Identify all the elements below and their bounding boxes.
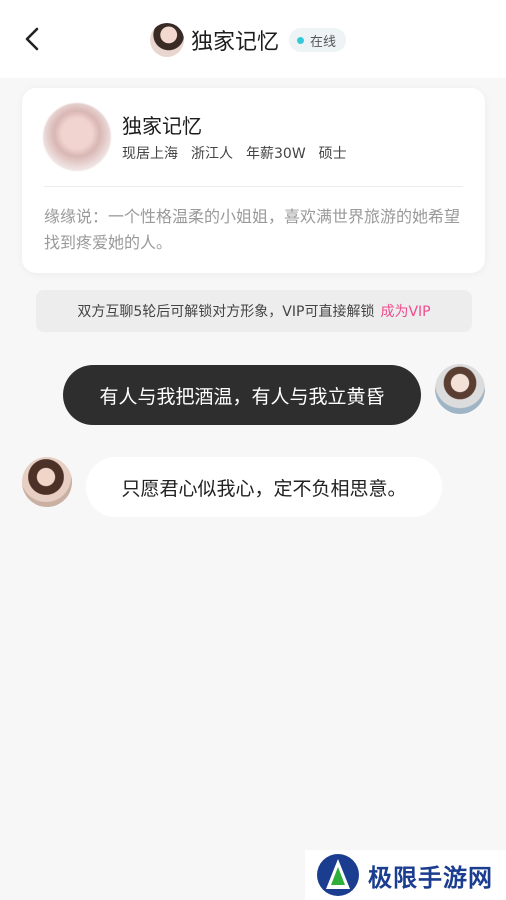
online-status-badge: 在线	[289, 28, 347, 52]
profile-bio: 缘缘说：一个性格温柔的小姐姐，喜欢满世界旅游的她希望找到疼爱她的人。	[44, 207, 461, 252]
tag-salary: 年薪30W	[246, 146, 306, 162]
profile-card[interactable]: 独家记忆 现居上海 浙江人 年薪30W 硕士 缘缘说：一个性格温柔的小姐姐，喜欢…	[22, 88, 485, 273]
tag-education: 硕士	[318, 146, 347, 162]
tag-location: 现居上海	[122, 146, 178, 162]
profile-tags: 现居上海 浙江人 年薪30W 硕士	[122, 143, 360, 163]
unlock-notice-text: 双方互聊5轮后可解锁对方形象，VIP可直接解锁	[77, 304, 375, 320]
site-watermark: 极限手游网	[305, 850, 506, 900]
watermark-text: 极限手游网	[368, 862, 493, 892]
back-button[interactable]	[18, 24, 48, 54]
unlock-notice: 双方互聊5轮后可解锁对方形象，VIP可直接解锁 成为VIP	[36, 290, 472, 332]
chat-title: 独家记忆	[191, 30, 280, 55]
my-avatar[interactable]	[435, 364, 485, 414]
message-text: 有人与我把酒温，有人与我立黄昏	[99, 385, 385, 408]
chat-title-group[interactable]: 独家记忆 在线	[150, 22, 347, 58]
message-bubble-incoming[interactable]: 只愿君心似我心，定不负相思意。	[86, 457, 442, 517]
top-bar: 独家记忆 在线	[0, 0, 506, 78]
profile-avatar[interactable]	[43, 103, 111, 171]
site-logo-icon	[317, 854, 359, 896]
tag-hometown: 浙江人	[191, 146, 233, 162]
card-divider	[44, 186, 463, 187]
contact-avatar[interactable]	[22, 457, 72, 507]
header-avatar[interactable]	[150, 23, 184, 57]
online-dot-icon	[297, 36, 305, 44]
become-vip-link[interactable]: 成为VIP	[380, 301, 430, 321]
message-bubble-outgoing[interactable]: 有人与我把酒温，有人与我立黄昏	[63, 365, 421, 425]
chevron-left-icon	[25, 27, 39, 51]
online-status-text: 在线	[310, 34, 337, 50]
profile-name: 独家记忆	[122, 114, 202, 138]
message-text: 只愿君心似我心，定不负相思意。	[121, 477, 407, 500]
